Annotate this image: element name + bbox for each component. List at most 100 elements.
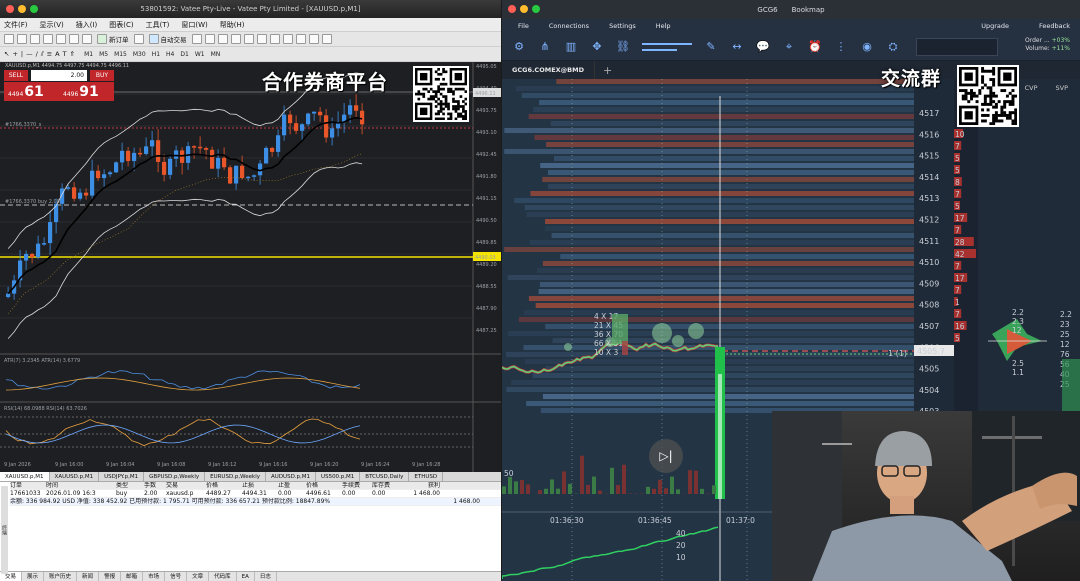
slider-top[interactable] xyxy=(642,42,692,45)
profiles-icon[interactable] xyxy=(17,34,27,44)
tf-m15[interactable]: M15 xyxy=(114,51,127,58)
alarm-icon[interactable]: ⏰ xyxy=(808,40,822,54)
col-price[interactable]: 价格 xyxy=(206,482,242,489)
chart-tab[interactable]: EURUSD.p,Weekly xyxy=(205,472,267,481)
new-chart-icon[interactable] xyxy=(4,34,14,44)
color-range-selector[interactable] xyxy=(916,37,998,56)
add-tab-icon[interactable]: + xyxy=(595,64,620,77)
chart-tab[interactable]: ETHUSD xyxy=(409,472,444,481)
buy-button[interactable]: BUY xyxy=(90,70,114,81)
menu-help[interactable]: Help xyxy=(656,22,671,30)
bars-icon[interactable]: ▥ xyxy=(564,40,578,54)
menu-tools[interactable]: 工具(T) xyxy=(146,20,170,30)
tf-h1[interactable]: H1 xyxy=(152,51,160,58)
col-profit[interactable]: 获利 xyxy=(402,482,440,489)
menu-settings[interactable]: Settings xyxy=(609,22,636,30)
new-order-button[interactable]: 新订单 xyxy=(95,34,131,44)
menu-connections[interactable]: Connections xyxy=(549,22,589,30)
tf-w1[interactable]: W1 xyxy=(195,51,205,58)
navigator-icon[interactable] xyxy=(56,34,66,44)
chart-tab[interactable]: AUDUSD.p,M1 xyxy=(266,472,317,481)
tf-d1[interactable]: D1 xyxy=(180,51,188,58)
tf-m5[interactable]: M5 xyxy=(99,51,108,58)
chat-icon[interactable]: 💬 xyxy=(756,40,770,54)
terminal-tab[interactable]: EA xyxy=(237,572,255,581)
tile-icon[interactable] xyxy=(256,34,267,44)
menu-insert[interactable]: 插入(I) xyxy=(76,20,98,30)
link-icon[interactable]: ⛓ xyxy=(616,40,630,54)
slider-bottom[interactable] xyxy=(642,48,677,51)
menu-charts[interactable]: 图表(C) xyxy=(109,20,133,30)
terminal-tab[interactable]: 信号 xyxy=(165,572,188,581)
terminal-tab[interactable]: 市场 xyxy=(143,572,166,581)
auto-trade-button[interactable]: 自动交易 xyxy=(147,34,189,44)
instrument-tab[interactable]: GCG6.COMEX@BMD xyxy=(502,61,595,79)
sell-button[interactable]: SELL xyxy=(4,70,28,81)
channel-icon[interactable]: ⫽ xyxy=(41,50,44,59)
label-icon[interactable]: T xyxy=(63,50,67,58)
col-lots[interactable]: 手数 xyxy=(144,482,166,489)
menu-file[interactable]: File xyxy=(518,22,529,30)
bar-chart-icon[interactable] xyxy=(191,34,202,44)
close-icon[interactable] xyxy=(508,5,516,13)
metaeditor-icon[interactable] xyxy=(133,34,144,44)
autoscroll-icon[interactable] xyxy=(269,34,280,44)
share-icon[interactable]: ⋔ xyxy=(538,40,552,54)
menu-view[interactable]: 显示(V) xyxy=(40,20,64,30)
menu-file[interactable]: 文件(F) xyxy=(4,20,28,30)
crosshair-target-icon[interactable]: ⌖ xyxy=(782,40,796,54)
chart-tab[interactable]: XAUUSD.p,M1 xyxy=(0,472,50,481)
col-price2[interactable]: 价格 xyxy=(306,482,342,489)
line-chart-icon[interactable] xyxy=(217,34,228,44)
terminal-tab[interactable]: 展示 xyxy=(22,572,45,581)
gear-icon[interactable]: ⛭ xyxy=(886,40,900,54)
terminal-tab[interactable]: 代码库 xyxy=(209,572,237,581)
chart-tab[interactable]: BTCUSD,Daily xyxy=(360,472,410,481)
close-icon[interactable] xyxy=(6,5,14,13)
tf-m30[interactable]: M30 xyxy=(133,51,146,58)
buy-quote[interactable]: 4496 91 xyxy=(59,82,114,101)
templates-icon[interactable] xyxy=(321,34,332,44)
minimize-icon[interactable] xyxy=(520,5,528,13)
col-order[interactable]: 订单 xyxy=(10,482,46,489)
col-sl[interactable]: 止损 xyxy=(242,482,278,489)
heatmap-sliders[interactable] xyxy=(642,42,692,51)
market-watch-icon[interactable] xyxy=(30,34,40,44)
minimize-icon[interactable] xyxy=(18,5,26,13)
col-time[interactable]: 时间 xyxy=(46,482,116,489)
menu-help[interactable]: 帮助(H) xyxy=(220,20,245,30)
hline-icon[interactable]: — xyxy=(26,50,33,58)
terminal-tab[interactable]: 新闻 xyxy=(77,572,100,581)
tf-m1[interactable]: M1 xyxy=(84,51,93,58)
terminal-tab[interactable]: 日志 xyxy=(255,572,277,581)
upgrade-link[interactable]: Upgrade xyxy=(981,19,1009,33)
terminal-tab[interactable]: 文章 xyxy=(187,572,210,581)
vline-icon[interactable]: | xyxy=(21,50,23,58)
chart-tab[interactable]: US500.p,M1 xyxy=(316,472,361,481)
mt4-chart[interactable]: 4495.054494.404493.754493.104492.454491.… xyxy=(0,62,501,472)
terminal-tab[interactable]: 警报 xyxy=(99,572,122,581)
terminal-tab[interactable]: 账户历史 xyxy=(44,572,78,581)
tf-mn[interactable]: MN xyxy=(211,51,221,58)
settings-icon[interactable]: ⚙ xyxy=(512,40,526,54)
data-window-icon[interactable] xyxy=(43,34,53,44)
cursor-icon[interactable]: ↖ xyxy=(4,50,9,58)
pencil-icon[interactable]: ✎ xyxy=(704,40,718,54)
terminal-icon[interactable] xyxy=(69,34,79,44)
menu-window[interactable]: 窗口(W) xyxy=(181,20,207,30)
col-commission[interactable]: 手续费 xyxy=(342,482,372,489)
chart-tab[interactable]: GBPUSD.p,Weekly xyxy=(144,472,206,481)
periods-icon[interactable] xyxy=(308,34,319,44)
candle-chart-icon[interactable] xyxy=(204,34,215,44)
col-symbol[interactable]: 交易 xyxy=(166,482,206,489)
sell-quote[interactable]: 4494 61 xyxy=(4,82,59,101)
tf-h4[interactable]: H4 xyxy=(166,51,174,58)
indicators-icon[interactable] xyxy=(295,34,306,44)
cvp-header[interactable]: CVP xyxy=(1025,84,1038,92)
zoom-in-icon[interactable] xyxy=(230,34,241,44)
arrows-icon[interactable]: ⇑ xyxy=(70,50,75,58)
maximize-icon[interactable] xyxy=(30,5,38,13)
trendline-icon[interactable]: / xyxy=(36,50,38,58)
col-type[interactable]: 类型 xyxy=(116,482,144,489)
lot-size-input[interactable]: 2.00 xyxy=(31,70,87,81)
